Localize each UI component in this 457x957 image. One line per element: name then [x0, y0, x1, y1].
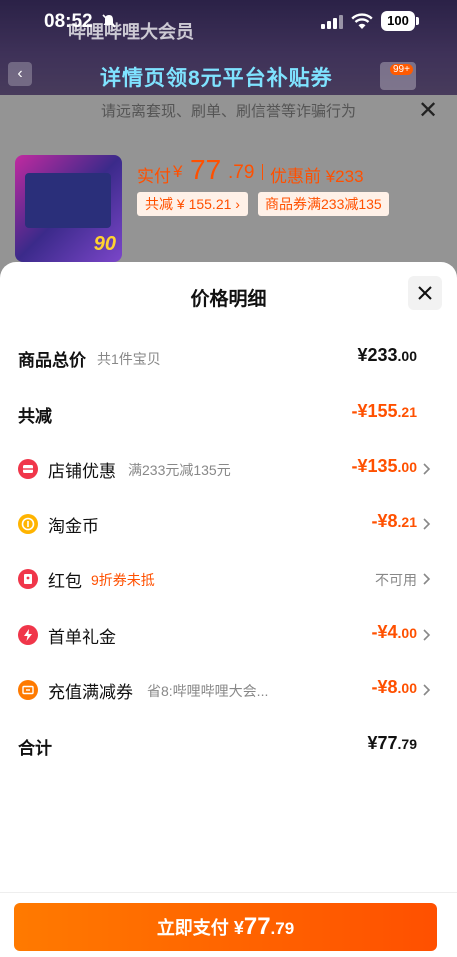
close-icon [418, 286, 432, 300]
row-label: 店铺优惠 [48, 462, 116, 481]
row-value: 不可用 [375, 572, 417, 588]
gold-coin-icon [18, 514, 38, 534]
row-label: 商品总价 [18, 351, 86, 370]
row-sub: 共1件宝贝 [97, 351, 161, 367]
before-discount-price: 优惠前 ¥233 [270, 167, 364, 186]
row-sub: 9折券未抵 [91, 572, 155, 588]
row-value: -¥155.21 [351, 401, 417, 421]
wifi-icon [351, 13, 373, 29]
pay-now-button[interactable]: 立即支付 ¥77.79 [14, 903, 437, 951]
row-sub: 满233元减135元 [128, 462, 231, 478]
row-label: 共减 [18, 407, 52, 426]
product-thumbnail: 90 [15, 155, 122, 262]
status-bar: 08:52 100 [0, 0, 457, 44]
subsidy-banner: 详情页领8元平台补贴券 [100, 67, 333, 90]
red-packet-icon [18, 569, 38, 589]
lightning-icon [18, 625, 38, 645]
row-sub: 省8:哔哩哔哩大会... [147, 683, 269, 699]
paid-currency: ¥ [173, 162, 183, 181]
row-total-discount: 共减 -¥155.21 [0, 398, 457, 428]
total-discount-tag: 共减 ¥ 155.21 › [137, 192, 248, 216]
row-label: 淘金币 [48, 517, 99, 536]
row-shop-discount[interactable]: 店铺优惠 满233元减135元 -¥135.00 [0, 453, 457, 483]
shop-coupon-icon [18, 459, 38, 479]
row-gold-coin[interactable]: 淘金币 -¥8.21 [0, 508, 457, 538]
chevron-right-icon [423, 684, 431, 696]
coupon-tag: 商品券满233减135 [258, 192, 389, 216]
divider [262, 164, 263, 180]
cart-badge: 99+ [390, 64, 413, 75]
paid-integer: 77 [190, 154, 222, 185]
signal-icon [321, 15, 343, 29]
row-recharge-coupon[interactable]: 充值满减券 省8:哔哩哔哩大会... -¥8.00 [0, 674, 457, 704]
row-value: -¥8.21 [371, 511, 417, 531]
status-time: 08:52 [44, 11, 93, 32]
row-value: -¥8.00 [371, 677, 417, 697]
chevron-right-icon [423, 463, 431, 475]
row-grand-total: 合计 ¥77.79 [0, 730, 457, 760]
chevron-right-icon [423, 518, 431, 530]
row-value: ¥77.79 [367, 733, 417, 753]
coupon-ticket-icon [18, 680, 38, 700]
row-label: 充值满减券 [48, 683, 133, 702]
close-button[interactable] [408, 276, 442, 310]
thumbnail-number: 90 [93, 233, 116, 255]
row-value: ¥233.00 [357, 345, 417, 365]
row-label: 首单礼金 [48, 628, 116, 647]
thumbnail-artwork [25, 173, 111, 228]
back-icon: ‹ [8, 62, 32, 86]
fraud-notice: 请远离套现、刷单、刷信誉等诈骗行为 [100, 103, 356, 120]
row-first-order-gift[interactable]: 首单礼金 -¥4.00 [0, 619, 457, 649]
pay-footer: 立即支付 ¥77.79 [0, 892, 457, 957]
sheet-title: 价格明细 [190, 289, 267, 310]
row-label: 红包 [48, 572, 82, 591]
row-total-price: 商品总价 共1件宝贝 ¥233.00 [0, 342, 457, 372]
mute-bell-icon [102, 14, 116, 28]
row-red-packet[interactable]: 红包 9折券未抵 不可用 [0, 563, 457, 593]
battery-indicator: 100 [381, 11, 419, 31]
row-value: -¥4.00 [371, 622, 417, 642]
paid-label: 实付 [137, 167, 171, 186]
chevron-right-icon [423, 629, 431, 641]
chevron-right-icon [423, 573, 431, 585]
pay-button-label: 立即支付 ¥77.79 [156, 913, 295, 940]
row-value: -¥135.00 [351, 456, 417, 476]
close-icon: ✕ [418, 97, 439, 124]
paid-decimal: .79 [228, 162, 255, 183]
price-detail-sheet: 价格明细 商品总价 共1件宝贝 ¥233.00 共减 -¥155.21 店铺优惠… [0, 262, 457, 957]
row-label: 合计 [18, 739, 52, 758]
